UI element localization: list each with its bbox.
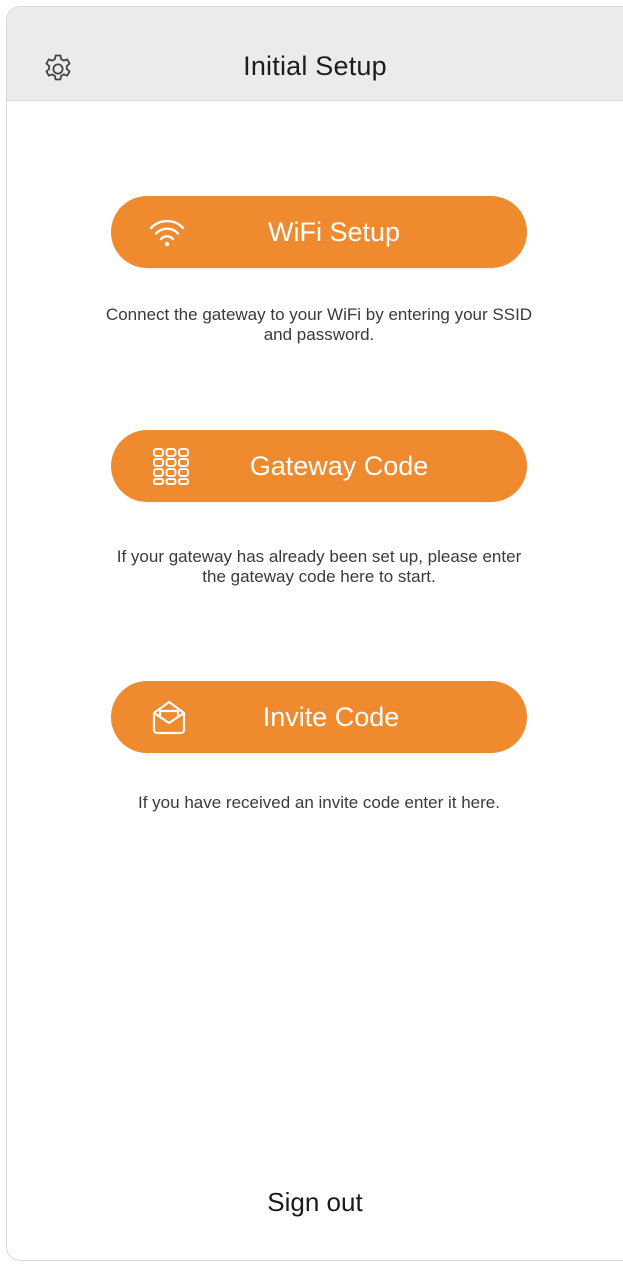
invite-code-description: If you have received an invite code ente… — [138, 793, 500, 812]
invite-code-button[interactable]: Invite Code — [111, 681, 527, 753]
page-title: Initial Setup — [243, 51, 387, 81]
header-bar: Initial Setup — [7, 7, 623, 101]
gateway-code-label: Gateway Code — [249, 451, 429, 481]
app-screen: Initial Setup WiFi Setup Connect the gat… — [6, 6, 623, 1261]
sign-out-button[interactable]: Sign out — [7, 1187, 623, 1218]
gateway-code-button[interactable]: Gateway Code — [111, 430, 527, 502]
wifi-setup-label: WiFi Setup — [267, 217, 401, 247]
wifi-setup-button[interactable]: WiFi Setup — [111, 196, 527, 268]
gateway-code-description: If your gateway has already been set up,… — [116, 547, 522, 586]
wifi-setup-description: Connect the gateway to your WiFi by ente… — [105, 305, 533, 344]
invite-code-label: Invite Code — [262, 702, 400, 732]
